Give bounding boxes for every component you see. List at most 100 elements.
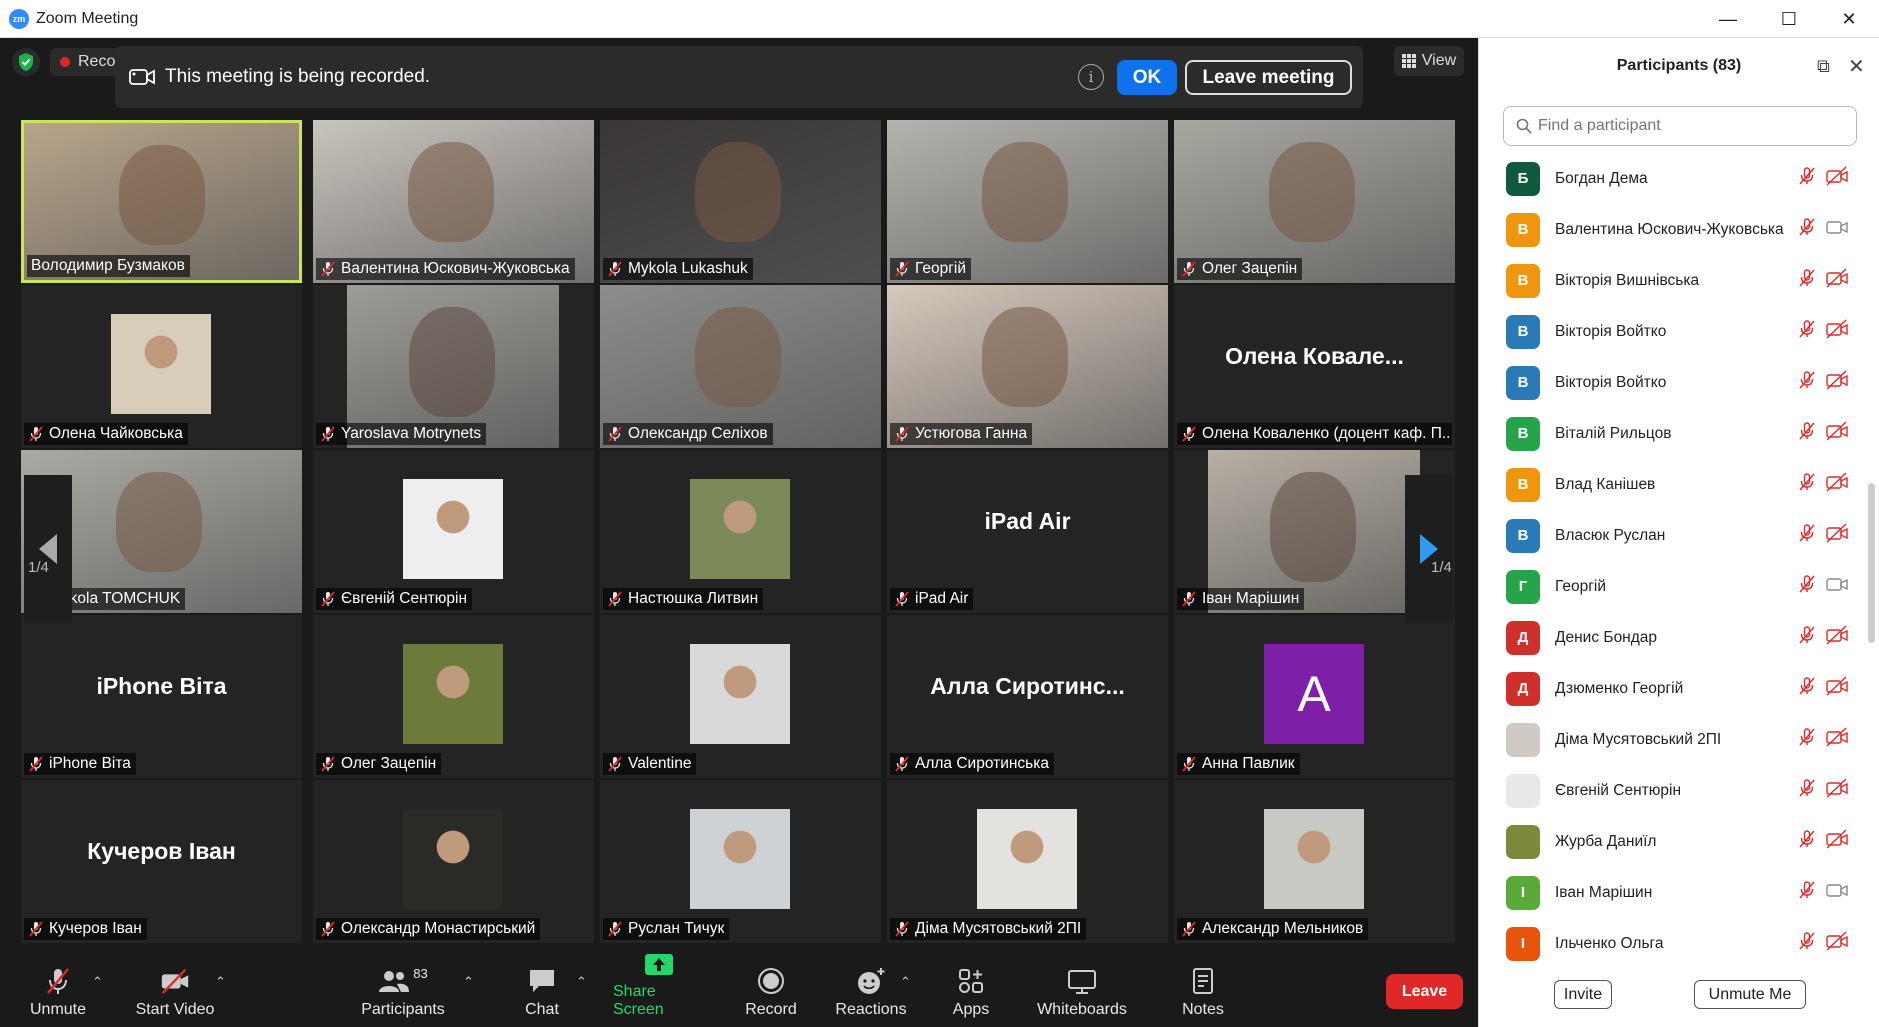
- close-window-button[interactable]: ✕: [1820, 0, 1878, 38]
- participant-row[interactable]: І Іван Марішин: [1479, 867, 1864, 918]
- camera-off-icon: [1825, 319, 1849, 344]
- participant-row[interactable]: Діма Мусятовський 2ПІ: [1479, 714, 1864, 765]
- video-options-caret-icon[interactable]: ⌃: [215, 974, 226, 990]
- camera-off-icon: [1825, 931, 1849, 956]
- unmute-me-button[interactable]: Unmute Me: [1694, 980, 1806, 1009]
- muted-mic-icon: [608, 426, 622, 442]
- participant-name: Вікторія Войтко: [1555, 322, 1667, 340]
- avatar: В: [1506, 467, 1540, 502]
- participant-row[interactable]: В Влад Канішев: [1479, 459, 1864, 510]
- avatar: Г: [1506, 569, 1540, 604]
- participant-video-tile[interactable]: Олена Ковале... Олена Коваленко (доцент к…: [1174, 285, 1455, 448]
- unmute-button[interactable]: Unmute: [28, 952, 88, 1027]
- reactions-options-caret-icon[interactable]: ⌃: [900, 974, 911, 990]
- search-input[interactable]: [1538, 117, 1838, 135]
- participant-video-tile[interactable]: Александр Мельников: [1174, 780, 1455, 943]
- share-screen-button[interactable]: Share Screen: [613, 952, 705, 1027]
- participant-video-tile[interactable]: Валентина Юскович-Жуковська: [313, 120, 594, 283]
- participant-video-tile[interactable]: Mykola Lukashuk: [600, 120, 881, 283]
- participant-row[interactable]: В Вікторія Войтко: [1479, 357, 1864, 408]
- leave-button[interactable]: Leave: [1386, 974, 1463, 1009]
- participant-name: Mykola Lukashuk: [628, 260, 748, 277]
- audio-options-caret-icon[interactable]: ⌃: [92, 974, 103, 990]
- participant-video-tile[interactable]: Кучеров Іван Кучеров Іван: [21, 780, 302, 943]
- muted-mic-icon: [321, 426, 335, 442]
- participant-video-tile[interactable]: Настюшка Литвин: [600, 450, 881, 613]
- participants-button[interactable]: 83 Participants: [359, 952, 447, 1027]
- next-page-button[interactable]: [1405, 475, 1453, 623]
- record-button[interactable]: Record: [745, 952, 797, 1027]
- participant-row[interactable]: В Віталій Рильцов: [1479, 408, 1864, 459]
- participant-video-tile[interactable]: Олег Зацепін: [313, 615, 594, 778]
- tile-name-label: Володимир Бузмаков: [27, 255, 190, 277]
- participant-name: Діма Мусятовський 2ПІ: [915, 920, 1082, 937]
- popout-icon[interactable]: ⧉: [1817, 56, 1830, 77]
- chat-options-caret-icon[interactable]: ⌃: [576, 974, 587, 990]
- participant-row[interactable]: В Вікторія Вишнівська: [1479, 255, 1864, 306]
- participant-row[interactable]: Д Дзюменко Георгій: [1479, 663, 1864, 714]
- chat-button[interactable]: Chat: [521, 952, 563, 1027]
- participant-video-tile[interactable]: A Анна Павлик: [1174, 615, 1455, 778]
- muted-mic-icon: [1182, 261, 1196, 277]
- apps-button[interactable]: Apps: [951, 952, 991, 1027]
- ok-button[interactable]: OK: [1117, 60, 1177, 95]
- participant-video-tile[interactable]: Руслан Тичук: [600, 780, 881, 943]
- avatar: І: [1506, 875, 1540, 910]
- tile-name-label: Руслан Тичук: [603, 918, 730, 940]
- participant-video-tile[interactable]: Устюгова Ганна: [887, 285, 1168, 448]
- participant-row[interactable]: В Валентина Юскович-Жуковська: [1479, 204, 1864, 255]
- invite-button[interactable]: Invite: [1554, 980, 1612, 1009]
- avatar: В: [1506, 263, 1540, 298]
- participant-video-tile[interactable]: Олександр Селіхов: [600, 285, 881, 448]
- participant-row[interactable]: Б Богдан Дема: [1479, 153, 1864, 204]
- participant-row[interactable]: І Ільченко Ольга: [1479, 918, 1864, 963]
- participant-video-tile[interactable]: Євгеній Сентюрін: [313, 450, 594, 613]
- participant-video-tile[interactable]: Yaroslava Motrynets: [313, 285, 594, 448]
- person-silhouette: [982, 142, 1068, 242]
- participant-name: Валентина Юскович-Жуковська: [341, 260, 570, 277]
- participant-row[interactable]: Г Георгій: [1479, 561, 1864, 612]
- participant-row[interactable]: В Власюк Руслан: [1479, 510, 1864, 561]
- close-panel-icon[interactable]: ✕: [1848, 54, 1865, 79]
- reactions-button[interactable]: Reactions: [835, 952, 907, 1027]
- muted-mic-icon: [1797, 676, 1817, 701]
- notes-button[interactable]: Notes: [1180, 952, 1226, 1027]
- info-icon[interactable]: i: [1078, 64, 1104, 90]
- panel-scrollbar[interactable]: [1868, 483, 1875, 643]
- participant-video-tile[interactable]: Георгій: [887, 120, 1168, 283]
- encryption-shield-icon[interactable]: [12, 48, 40, 76]
- participant-video-tile[interactable]: iPad Air iPad Air: [887, 450, 1168, 613]
- whiteboards-button[interactable]: Whiteboards: [1035, 952, 1129, 1027]
- participant-video-tile[interactable]: Олександр Монастирський: [313, 780, 594, 943]
- participant-search[interactable]: [1503, 106, 1857, 146]
- muted-mic-icon: [1182, 756, 1196, 772]
- profile-photo: [403, 644, 503, 744]
- start-video-button[interactable]: Start Video: [134, 952, 216, 1027]
- previous-page-button[interactable]: [24, 475, 72, 623]
- muted-mic-icon: [1797, 523, 1817, 548]
- chat-label: Chat: [525, 1001, 559, 1018]
- participant-video-tile[interactable]: Олег Зацепін: [1174, 120, 1455, 283]
- grid-icon: [1401, 54, 1416, 68]
- participant-video-tile[interactable]: Олена Чайковська: [21, 285, 302, 448]
- participant-video-tile[interactable]: Valentine: [600, 615, 881, 778]
- person-silhouette: [116, 472, 202, 572]
- participant-row[interactable]: В Вікторія Войтко: [1479, 306, 1864, 357]
- participant-row[interactable]: Журба Даниїл: [1479, 816, 1864, 867]
- leave-meeting-button[interactable]: Leave meeting: [1185, 60, 1352, 95]
- participant-video-tile[interactable]: Діма Мусятовський 2ПІ: [887, 780, 1168, 943]
- participant-video-tile[interactable]: iPhone Віта iPhone Віта: [21, 615, 302, 778]
- participant-video-tile[interactable]: Володимир Бузмаков: [21, 120, 302, 283]
- minimize-button[interactable]: —: [1699, 0, 1757, 38]
- participant-row[interactable]: Д Денис Бондар: [1479, 612, 1864, 663]
- maximize-button[interactable]: ☐: [1760, 0, 1818, 38]
- muted-mic-icon: [895, 921, 909, 937]
- muted-mic-icon: [1797, 625, 1817, 650]
- participant-name: Євгеній Сентюрін: [1555, 781, 1681, 799]
- participants-options-caret-icon[interactable]: ⌃: [463, 974, 474, 990]
- participant-name: Анна Павлик: [1202, 755, 1295, 772]
- tile-name-label: Анна Павлик: [1177, 753, 1300, 775]
- view-button[interactable]: View: [1394, 46, 1464, 76]
- participant-video-tile[interactable]: Алла Сиротинс... Алла Сиротинська: [887, 615, 1168, 778]
- participant-row[interactable]: Євгеній Сентюрін: [1479, 765, 1864, 816]
